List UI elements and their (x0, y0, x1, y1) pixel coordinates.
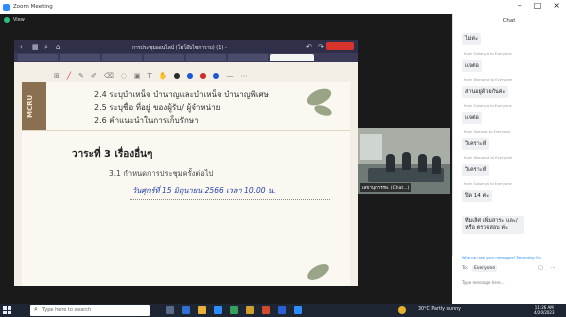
chat-sender: from Sukanya to Everyone (464, 52, 512, 56)
highlighter-icon[interactable]: ✐ (91, 72, 97, 80)
chat-title: Chat (502, 18, 516, 24)
page-divider (22, 130, 350, 131)
doc-tab[interactable] (102, 54, 142, 61)
recipient-label: To: (462, 266, 469, 271)
doc-tab[interactable] (228, 54, 268, 61)
doc-tab[interactable] (186, 54, 226, 61)
browser-tab-title: การประชุมออนไลน์ (โฮโอ๊บไซการาบ) (1) - (132, 45, 227, 51)
more-icon[interactable]: ⋯ (551, 265, 556, 271)
hand-icon[interactable]: ✋ (159, 72, 168, 80)
back-icon[interactable]: ‹ (20, 43, 23, 51)
chat-sender: from Worawut to Everyone (464, 78, 513, 82)
edge-icon[interactable] (182, 306, 190, 314)
close-button[interactable]: × (553, 1, 560, 10)
handwritten-note: วันศุกร์ที่ 15 มิถุนายน 2566 เวลา 10.00 … (132, 186, 276, 195)
chat-message: วิเคราะห์ (462, 138, 490, 150)
lasso-icon[interactable]: ◌ (121, 72, 127, 80)
home-icon[interactable]: ⌂ (56, 43, 60, 51)
chat-message: เเจต่อ (462, 60, 482, 72)
shared-screen: ‹ ▦ ⌕ ⌂ การประชุมออนไลน์ (โฮโอ๊บไซการาบ)… (14, 40, 358, 286)
task-view-icon[interactable] (166, 306, 174, 314)
view-button[interactable]: View (13, 17, 25, 23)
black-color-swatch[interactable] (174, 73, 181, 79)
chat-message-input[interactable] (462, 277, 560, 287)
chat-message: เเจต่อ (462, 112, 482, 124)
line-width-icon[interactable]: — (226, 72, 233, 80)
more-icon[interactable]: ⋯ (240, 72, 247, 80)
clock-date: 4/20/2023 (534, 310, 555, 315)
tools-icon[interactable]: ⊞ (54, 72, 60, 80)
chat-sender: from Sukanya to Everyone (464, 104, 512, 108)
chat-message: ปิด 14 ค่ะ (462, 190, 493, 202)
chat-message: ทีมเลิศ เพิ่มสาระ และ/หรือ ตรวจสอบ ค่ะ (462, 216, 524, 234)
document-tab-strip (14, 53, 358, 62)
message-visibility-link[interactable]: Who can see your messages? Recording On (462, 256, 541, 260)
weather-icon[interactable] (398, 306, 406, 314)
eraser-icon[interactable]: ⌫ (104, 72, 114, 80)
blue2-color-swatch[interactable] (213, 73, 220, 79)
search-icon[interactable]: ⌕ (44, 43, 48, 52)
doc-tab-active[interactable] (270, 54, 314, 61)
file-icon[interactable]: ▢ (538, 265, 543, 271)
weather-text[interactable]: 30°C Partly sunny (418, 307, 461, 312)
item-2-6: 2.6 คำแนะนำในการเก็บรักษา (94, 116, 199, 125)
agenda-3-heading: วาระที่ 3 เรื่องอื่นๆ (72, 149, 153, 160)
pencil-icon[interactable]: ✎ (78, 72, 84, 80)
participant-video[interactable]: เลขานุการรพ. (Chat...) (358, 128, 450, 194)
person (402, 152, 411, 170)
doc-tab[interactable] (60, 54, 100, 61)
undo-icon[interactable]: ↶ (306, 43, 312, 51)
chrome-icon[interactable] (230, 306, 238, 314)
security-shield-icon[interactable] (4, 16, 10, 23)
agenda-3-1: 3.1 กำหนดการประชุมครั้งต่อไป (109, 169, 214, 178)
maximize-button[interactable]: □ (534, 1, 542, 10)
image-icon[interactable]: ▣ (134, 72, 141, 80)
doc-tab[interactable] (144, 54, 184, 61)
office-icon[interactable] (262, 306, 270, 314)
recipient-dropdown[interactable]: Everyone (472, 265, 498, 272)
chat-message: ส่านอยู่ด้วยกันค่ะ (462, 86, 509, 98)
meeting-status-bar: View (0, 14, 452, 25)
title-bar: Zoom Meeting – □ × (0, 0, 566, 14)
chat-message: ไม่ค่ะ (462, 33, 482, 45)
person (432, 156, 441, 174)
tabs-icon[interactable]: ▦ (32, 43, 39, 51)
red-color-swatch[interactable] (200, 73, 207, 79)
person (418, 154, 427, 172)
redo-icon[interactable]: ↷ (318, 43, 324, 51)
chat-sender: from Somsak to Everyone (464, 130, 511, 134)
windows-start-icon[interactable] (3, 306, 11, 314)
item-2-4: 2.4 ระบุบำเหน็จ บำนาญและบำเหน็จ บำนาญพิเ… (94, 90, 269, 99)
participant-name: เลขานุการรพ. (Chat...) (360, 183, 412, 192)
file-explorer-icon[interactable] (198, 306, 206, 314)
pen-icon[interactable]: ╱ (67, 72, 71, 80)
chat-sender: from Worawut to Everyone (464, 156, 513, 160)
person (386, 154, 395, 172)
window-title: Zoom Meeting (13, 4, 53, 10)
chat-message: วิเคราะห์ (462, 164, 490, 176)
minimize-button[interactable]: – (518, 1, 522, 10)
word-icon[interactable] (278, 306, 286, 314)
clock[interactable]: 11:26 AM 4/20/2023 (534, 305, 555, 315)
recording-indicator (326, 42, 354, 50)
band-label: MCRU (26, 94, 34, 118)
doc-tab[interactable] (18, 54, 58, 61)
taskbar-search-placeholder[interactable]: Type here to search (42, 307, 91, 313)
zoom-logo-icon (3, 3, 10, 11)
app-icon[interactable] (294, 306, 302, 314)
dotted-line (130, 199, 330, 200)
text-icon[interactable]: T (147, 72, 151, 80)
zoom-taskbar-icon[interactable] (214, 306, 222, 314)
item-2-5: 2.5 ระบุชื่อ ที่อยู่ ของผู้รับ/ ผู้จำหน่… (94, 103, 221, 112)
store-icon[interactable] (246, 306, 254, 314)
chat-sender: from Sukanya to Everyone (464, 182, 512, 186)
search-icon: ⌕ (34, 305, 38, 313)
blue-color-swatch[interactable] (187, 73, 194, 79)
annotation-toolbar: ⊞ ╱ ✎ ✐ ⌫ ◌ ▣ T ✋ — ⋯ (54, 70, 294, 82)
